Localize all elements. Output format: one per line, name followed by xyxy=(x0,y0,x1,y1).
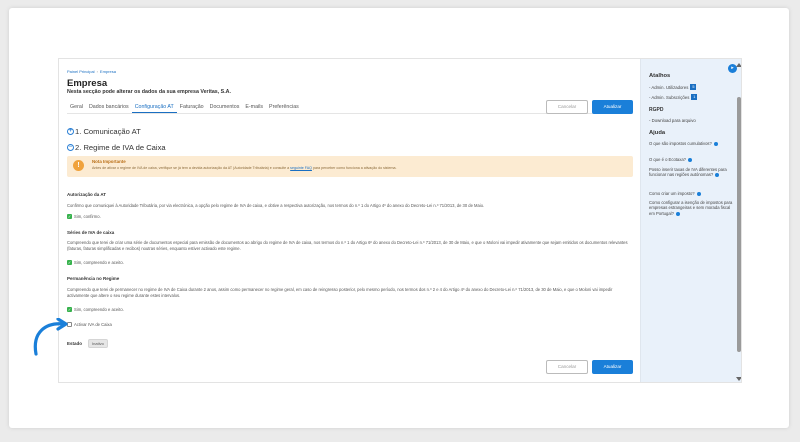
tab-dados-bancarios[interactable]: Dados bancários xyxy=(86,103,132,113)
minus-circle-icon: − xyxy=(67,144,74,151)
question-icon xyxy=(715,173,720,178)
group-text-series: Compreendo que terei de criar uma série … xyxy=(67,240,628,251)
notice-text: Antes de ativar o regime de IVA de caixa… xyxy=(92,166,396,170)
scroll-up-arrow-icon[interactable] xyxy=(736,63,741,67)
status-row: Estado Inativo xyxy=(67,339,108,348)
status-badge: Inativo xyxy=(88,339,108,348)
help-title: Ajuda xyxy=(649,130,666,136)
help-item[interactable]: Como criar um imposto? xyxy=(649,191,737,196)
question-icon xyxy=(688,157,693,162)
app-window: Painel Principal › Empresa Empresa Nesta s… xyxy=(58,58,742,383)
scroll-down-arrow-icon[interactable] xyxy=(736,377,741,381)
tab-bar: Geral Dados bancários Configuração AT Fa… xyxy=(67,103,302,113)
cancel-button-bottom[interactable]: Cancelar xyxy=(546,360,588,374)
checkmark-icon[interactable]: ✓ xyxy=(67,214,72,219)
group-title-autorizacao: Autorização da AT xyxy=(67,192,107,197)
breadcrumb-home[interactable]: Painel Principal xyxy=(67,69,95,74)
help-item[interactable]: Posso inserir taxas de IVA diferentes pa… xyxy=(649,167,737,178)
page-title: Empresa xyxy=(67,78,108,89)
status-label: Estado xyxy=(67,341,83,346)
notice-text-after: para perceber como funciona a ativação d… xyxy=(312,166,397,170)
breadcrumb-separator: › xyxy=(96,69,98,74)
scrollbar-thumb[interactable] xyxy=(737,97,741,352)
section-comunicacao-at-label: 1. Comunicação AT xyxy=(75,127,141,136)
shortcut-label: - Admin. Utilizadores xyxy=(649,84,689,90)
tab-geral[interactable]: Geral xyxy=(67,103,86,113)
question-icon xyxy=(713,141,718,146)
curved-arrow-icon xyxy=(33,318,68,356)
tab-emails[interactable]: E-mails xyxy=(242,103,266,113)
checkbox-label: Sim, confirmo. xyxy=(74,214,101,219)
help-item-text: O que são impostos cumulativos? xyxy=(649,141,712,146)
help-item-text: Como configurar a isenção de impostos pa… xyxy=(649,200,733,216)
shortcut-admin-subscriptions[interactable]: - Admin. Subscrições 1 xyxy=(649,94,698,100)
help-sidebar: ▸ Atalhos - Admin. Utilizadores 5 - Admi… xyxy=(640,59,741,382)
question-icon xyxy=(675,211,680,216)
tab-documentos[interactable]: Documentos xyxy=(207,103,243,113)
update-button-bottom[interactable]: Atualizar xyxy=(592,360,633,374)
section-regime-iva-caixa[interactable]: − 2. Regime de IVA de Caixa xyxy=(67,143,166,152)
plus-circle-icon: + xyxy=(67,128,74,135)
checkbox-label: Sim, compreendo e aceito. xyxy=(74,260,124,265)
question-icon xyxy=(696,191,701,196)
checkmark-icon[interactable]: ✓ xyxy=(67,260,72,265)
group-text-permanencia: Compreendo que terei de permanecer no re… xyxy=(67,287,613,298)
shortcuts-title: Atalhos xyxy=(649,73,671,79)
breadcrumb-current[interactable]: Empresa xyxy=(100,69,116,74)
group-text-autorizacao: Confirmo que comuniquei à Autoridade Tri… xyxy=(67,203,485,208)
breadcrumb: Painel Principal › Empresa xyxy=(67,69,116,74)
checkbox-row-autorizacao[interactable]: ✓ Sim, confirmo. xyxy=(67,214,101,219)
shortcut-admin-users[interactable]: - Admin. Utilizadores 5 xyxy=(649,84,697,90)
section-comunicacao-at[interactable]: + 1. Comunicação AT xyxy=(67,127,141,136)
page-subtitle: Nesta secção pode alterar os dados da su… xyxy=(67,89,231,95)
tab-faturacao[interactable]: Faturação xyxy=(177,103,207,113)
count-badge: 1 xyxy=(691,94,698,100)
help-item[interactable]: Como configurar a isenção de impostos pa… xyxy=(649,200,737,216)
help-item-text: O que é o Ecotaxa? xyxy=(649,157,687,162)
section-regime-iva-caixa-label: 2. Regime de IVA de Caixa xyxy=(75,143,166,152)
checkbox-row-series[interactable]: ✓ Sim, compreendo e aceito. xyxy=(67,260,124,265)
rgpd-title: RGPD xyxy=(649,107,664,113)
important-notice: ! Nota Importante Antes de ativar o regi… xyxy=(67,156,633,177)
group-title-permanencia: Permanência no Regime xyxy=(67,276,120,281)
help-item[interactable]: O que é o Ecotaxa? xyxy=(649,157,737,162)
update-button-top[interactable]: Atualizar xyxy=(592,100,633,114)
tab-preferencias[interactable]: Preferências xyxy=(266,103,302,113)
help-item-text: Como criar um imposto? xyxy=(649,191,695,196)
checkmark-icon[interactable]: ✓ xyxy=(67,307,72,312)
help-item[interactable]: O que são impostos cumulativos? xyxy=(649,141,737,146)
group-title-series: Séries de IVA de caixa xyxy=(67,230,115,235)
checkbox-row-permanencia[interactable]: ✓ Sim, compreendo e aceito. xyxy=(67,307,124,312)
settings-main: Painel Principal › Empresa Empresa Nesta s… xyxy=(59,59,640,382)
checkbox-row-activate[interactable]: Activar IVA de Caixa xyxy=(67,322,112,327)
notice-title: Nota Importante xyxy=(92,159,126,164)
activate-iva-caixa-label: Activar IVA de Caixa xyxy=(74,322,112,327)
faq-link[interactable]: seguinte FAQ xyxy=(290,166,312,170)
tab-configuracao-at[interactable]: Configuração AT xyxy=(131,103,177,113)
rgpd-download-link[interactable]: - Download para arquivo xyxy=(649,118,696,123)
exclamation-icon: ! xyxy=(73,160,84,171)
notice-text-before: Antes de ativar o regime de IVA de caixa… xyxy=(92,166,290,170)
shortcut-label: - Admin. Subscrições xyxy=(649,94,690,100)
cancel-button-top[interactable]: Cancelar xyxy=(546,100,588,114)
checkbox-label: Sim, compreendo e aceito. xyxy=(74,307,124,312)
count-badge: 5 xyxy=(690,84,697,90)
